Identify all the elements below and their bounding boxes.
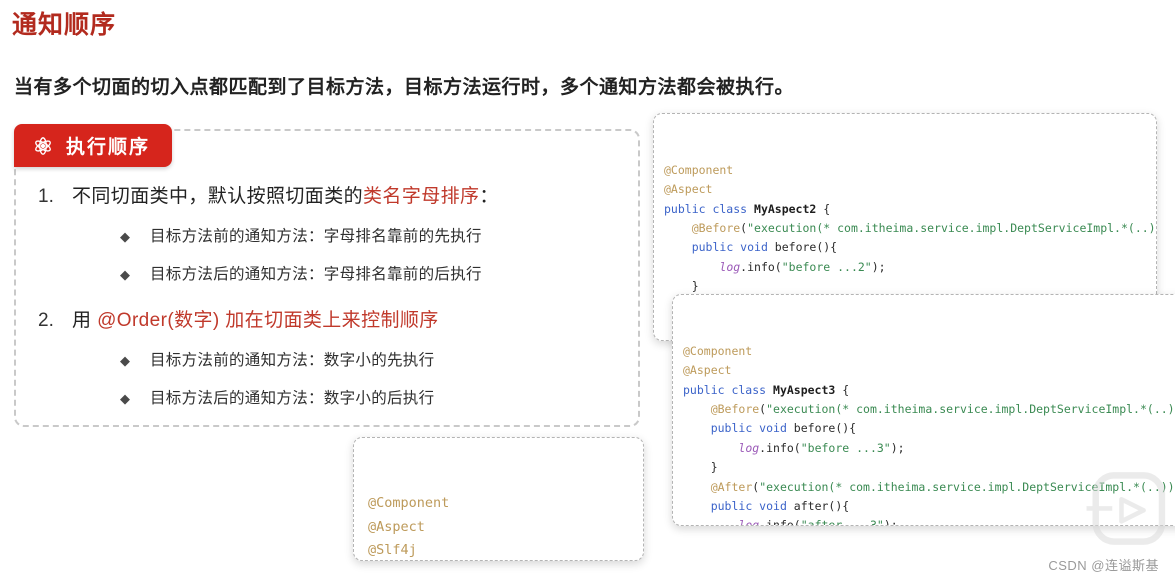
code-line: @Aspect	[354, 516, 643, 540]
code-line: @Slf4j	[354, 539, 643, 560]
code-token: }	[683, 460, 718, 475]
code-token: log	[738, 518, 760, 526]
order-sub-item: ◆ 目标方法后的通知方法：数字小的后执行	[16, 387, 638, 411]
code-line: @Before("execution(* com.itheima.service…	[654, 219, 1156, 238]
code-token: "execution(* com.itheima.service.impl.De…	[759, 479, 1175, 494]
order-list-highlight: @Order(数字) 加在切面类上来控制顺序	[97, 310, 439, 331]
code-token: public void	[710, 499, 794, 514]
code-token: @Component	[368, 495, 450, 511]
order-list-marker: 2.	[38, 310, 54, 331]
code-token: public class	[683, 382, 774, 397]
code-line: log.info("after ...3");	[673, 516, 1175, 526]
code-token: "execution(* com.itheima.service.impl.De…	[747, 221, 1157, 236]
code-line: @Before("execution(* com.itheima.service…	[673, 400, 1175, 419]
code-line: public class MyAspect3 {	[673, 381, 1175, 400]
code-line: public void before(){	[673, 419, 1175, 438]
code-token: {	[816, 201, 831, 216]
code-token: @After	[710, 479, 753, 494]
code-token: @Before	[691, 221, 741, 236]
order-sub-text: 目标方法后的通知方法：字母排名靠前的后执行	[150, 266, 482, 283]
code-token: MyAspect3	[773, 382, 836, 397]
code-token: "execution(* com.itheima.service.impl.De…	[766, 402, 1175, 417]
code-token: .info(	[740, 259, 782, 274]
order-sub-text: 目标方法后的通知方法：数字小的后执行	[150, 390, 435, 407]
code-line: @Component	[673, 342, 1175, 361]
code-line: log.info("before ...3");	[673, 439, 1175, 458]
code-token: public void	[710, 421, 794, 436]
execution-order-card: 1. 不同切面类中，默认按照切面类的类名字母排序： ◆ 目标方法前的通知方法：字母排名…	[14, 129, 640, 427]
csdn-watermark-text: CSDN @连谥斯基	[1048, 558, 1159, 573]
code-line: public class MyAspect2 {	[654, 200, 1156, 219]
order-sub-text: 目标方法前的通知方法：字母排名靠前的先执行	[150, 228, 482, 245]
code-token: "before ...3"	[800, 440, 891, 455]
diamond-bullet-icon: ◆	[120, 267, 130, 282]
code-block-myaspect3: @Component @Aspect public class MyAspect3 …	[673, 334, 1175, 526]
page-title: 通知顺序	[12, 11, 117, 39]
code-token: before(){	[793, 421, 857, 436]
order-sub-item: ◆ 目标方法前的通知方法：数字小的先执行	[16, 349, 638, 373]
flower-atom-icon	[30, 133, 56, 159]
code-token: "before ...2"	[781, 259, 872, 274]
code-token: public void	[691, 240, 775, 255]
order-list-highlight: 类名字母排序	[363, 186, 480, 207]
code-token: before(){	[774, 240, 838, 255]
code-token: after(){	[793, 499, 850, 514]
order-list-item: 1. 不同切面类中，默认按照切面类的类名字母排序：	[16, 183, 638, 211]
code-line: @Aspect	[654, 180, 1156, 199]
order-list-marker: 1.	[38, 186, 54, 207]
diamond-bullet-icon: ◆	[120, 229, 130, 244]
intro-paragraph: 当有多个切面的切入点都匹配到了目标方法，目标方法运行时，多个通知方法都会被执行。	[14, 77, 795, 98]
code-panel-timeaspect: @Component@Aspect@Slf4j@Order(5)public c…	[353, 437, 644, 561]
order-list-item: 2. 用 @Order(数字) 加在切面类上来控制顺序	[16, 307, 638, 335]
code-token: @Aspect	[683, 363, 732, 378]
diamond-bullet-icon: ◆	[120, 353, 130, 368]
code-line: @Aspect	[673, 361, 1175, 380]
code-line: public void before(){	[654, 238, 1156, 257]
code-token: "after ...3"	[800, 518, 884, 526]
code-line: @After("execution(* com.itheima.service.…	[673, 478, 1175, 497]
code-line: @Component	[654, 161, 1156, 180]
code-line: @Component	[354, 492, 643, 516]
code-line: }	[673, 458, 1175, 477]
code-token: @Before	[710, 402, 760, 417]
code-line: public void after(){	[673, 497, 1175, 516]
code-token: );	[883, 518, 898, 526]
execution-order-badge: 执行顺序	[14, 124, 173, 167]
code-token: public class	[664, 201, 755, 216]
code-block-timeaspect: @Component@Aspect@Slf4j@Order(5)public c…	[354, 485, 643, 560]
code-token: {	[835, 382, 850, 397]
code-token: log	[719, 259, 741, 274]
badge-label: 执行顺序	[66, 137, 151, 158]
code-line: log.info("before ...2");	[654, 258, 1156, 277]
order-sub-text: 目标方法前的通知方法：数字小的先执行	[150, 352, 435, 369]
code-token: MyAspect2	[754, 201, 817, 216]
code-token: .info(	[759, 440, 801, 455]
code-panel-myaspect3: @Component @Aspect public class MyAspect3 …	[672, 294, 1175, 526]
code-token: @Component	[664, 162, 734, 177]
code-token: @Slf4j	[368, 542, 417, 558]
code-token: );	[890, 440, 905, 455]
code-token: .info(	[759, 518, 801, 526]
code-token: log	[738, 440, 760, 455]
diamond-bullet-icon: ◆	[120, 391, 130, 406]
code-token: @Aspect	[664, 182, 713, 197]
order-list: 1. 不同切面类中，默认按照切面类的类名字母排序： ◆ 目标方法前的通知方法：字母排名…	[16, 183, 638, 411]
code-token: );	[871, 259, 886, 274]
code-token: }	[664, 279, 699, 294]
order-sub-item: ◆ 目标方法前的通知方法：字母排名靠前的先执行	[16, 225, 638, 249]
order-sub-item: ◆ 目标方法后的通知方法：字母排名靠前的后执行	[16, 263, 638, 287]
order-list-text: 不同切面类中，默认按照切面类的类名字母排序：	[72, 186, 499, 207]
code-token: @Aspect	[368, 518, 425, 535]
order-list-text: 用 @Order(数字) 加在切面类上来控制顺序	[72, 310, 439, 331]
code-token: @Component	[683, 343, 753, 358]
